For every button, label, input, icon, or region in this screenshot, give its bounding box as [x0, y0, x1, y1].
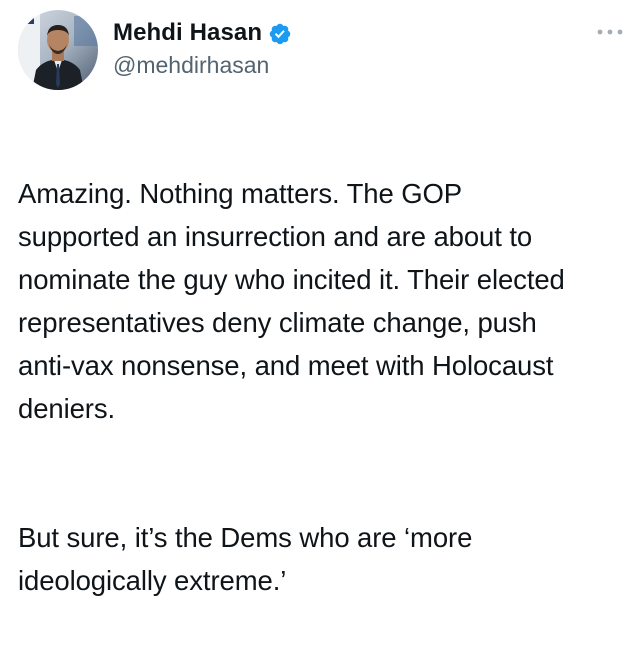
author-name-row[interactable]: Mehdi Hasan — [113, 17, 292, 49]
author-display-name[interactable]: Mehdi Hasan — [113, 19, 262, 47]
tweet-text: Amazing. Nothing matters. The GOP suppor… — [18, 129, 628, 645]
tweet-paragraph: But sure, it’s the Dems who are ‘more id… — [18, 522, 473, 596]
author-avatar[interactable] — [18, 10, 98, 90]
tweet-card: Mehdi Hasan @mehdirhasan Amazing. Nothin… — [0, 0, 640, 596]
author-handle[interactable]: @mehdirhasan — [113, 52, 269, 79]
avatar-photo-icon — [18, 10, 98, 90]
verified-badge-icon — [268, 22, 292, 46]
tweet-paragraph: Amazing. Nothing matters. The GOP suppor… — [18, 178, 565, 424]
more-options-button[interactable] — [592, 18, 628, 46]
more-horizontal-icon — [597, 29, 623, 35]
